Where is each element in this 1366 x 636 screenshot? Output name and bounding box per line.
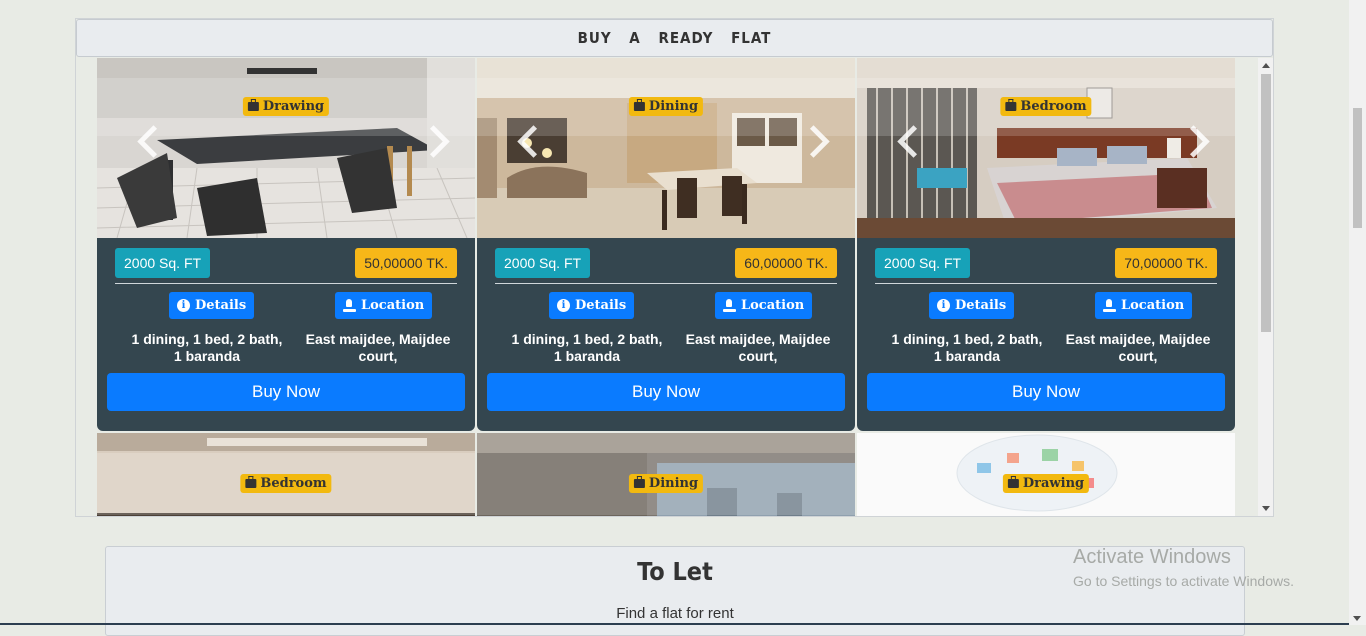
rooms-description: 1 dining, 1 bed, 2 bath, 1 baranda [511, 331, 663, 364]
briefcase-icon [247, 99, 259, 111]
location-button[interactable]: Location [715, 292, 813, 319]
divider [495, 283, 837, 284]
info-icon: i [557, 299, 570, 312]
scroll-down-icon[interactable] [1262, 506, 1270, 511]
listing-card: Dining 2000 Sq. FT 60,00000 TK. i Detail… [477, 58, 855, 431]
location-icon [723, 299, 736, 312]
info-icon: i [177, 299, 190, 312]
page-scroll-thumb[interactable] [1353, 108, 1362, 228]
info-icon: i [937, 299, 950, 312]
page-scroll-down-icon[interactable] [1353, 616, 1361, 621]
address-text: East maijdee, Maijdee court, [305, 331, 451, 364]
location-button[interactable]: Location [335, 292, 433, 319]
page-scrollbar[interactable] [1349, 0, 1366, 625]
briefcase-icon [633, 476, 645, 488]
scroll-thumb[interactable] [1261, 74, 1271, 332]
listing-photo-bedroom: Bedroom [857, 58, 1235, 238]
details-button[interactable]: i Details [169, 292, 255, 319]
location-icon [343, 299, 356, 312]
grid-scrollbar[interactable] [1258, 58, 1273, 516]
price-badge: 70,00000 TK. [1115, 248, 1217, 278]
listing-card-partial: Dining [477, 433, 855, 516]
listing-card: Drawing 2000 Sq. FT 50,00000 TK. i Detai… [97, 58, 475, 431]
category-badge: Drawing [1002, 474, 1090, 493]
buy-now-button[interactable]: Buy Now [487, 373, 845, 411]
category-badge: Drawing [242, 97, 330, 116]
area-badge: 2000 Sq. FT [115, 248, 211, 278]
watermark-title: Activate Windows [1073, 546, 1231, 568]
location-icon [1103, 299, 1116, 312]
buy-now-button[interactable]: Buy Now [867, 373, 1225, 411]
category-badge: Dining [628, 474, 704, 493]
listing-grid: Drawing 2000 Sq. FT 50,00000 TK. i Detai… [97, 58, 1237, 516]
buy-now-button[interactable]: Buy Now [107, 373, 465, 411]
details-button[interactable]: i Details [929, 292, 1015, 319]
listing-photo-dining: Dining [477, 58, 855, 238]
buy-flat-panel: BUY A READY FLAT Drawing 2000 Sq. FT 50,… [75, 18, 1274, 517]
category-badge: Bedroom [1000, 97, 1092, 116]
divider [115, 283, 457, 284]
area-badge: 2000 Sq. FT [875, 248, 971, 278]
price-badge: 50,00000 TK. [355, 248, 457, 278]
details-button[interactable]: i Details [549, 292, 635, 319]
listing-card-partial: Drawing [857, 433, 1235, 516]
price-badge: 60,00000 TK. [735, 248, 837, 278]
category-badge: Bedroom [240, 474, 332, 493]
rooms-description: 1 dining, 1 bed, 2 bath, 1 baranda [891, 331, 1043, 364]
rooms-description: 1 dining, 1 bed, 2 bath, 1 baranda [131, 331, 283, 364]
briefcase-icon [1007, 476, 1019, 488]
briefcase-icon [245, 476, 257, 488]
area-badge: 2000 Sq. FT [495, 248, 591, 278]
activation-watermark: Activate Windows Go to Settings to activ… [1073, 546, 1294, 589]
listing-card: Bedroom 2000 Sq. FT 70,00000 TK. i Detai… [857, 58, 1235, 431]
briefcase-icon [1005, 99, 1017, 111]
address-text: East maijdee, Maijdee court, [1065, 331, 1211, 364]
listing-card-partial: Bedroom [97, 433, 475, 516]
briefcase-icon [633, 99, 645, 111]
to-let-subtitle: Find a flat for rent [616, 605, 734, 622]
watermark-subtitle: Go to Settings to activate Windows. [1073, 573, 1294, 589]
location-button[interactable]: Location [1095, 292, 1193, 319]
listing-photo-drawing: Drawing [97, 58, 475, 238]
scroll-up-icon[interactable] [1262, 63, 1270, 68]
category-badge: Dining [628, 97, 704, 116]
address-text: East maijdee, Maijdee court, [685, 331, 831, 364]
buy-flat-header: BUY A READY FLAT [76, 19, 1273, 57]
divider [875, 283, 1217, 284]
buy-flat-title: BUY A READY FLAT [577, 29, 772, 47]
